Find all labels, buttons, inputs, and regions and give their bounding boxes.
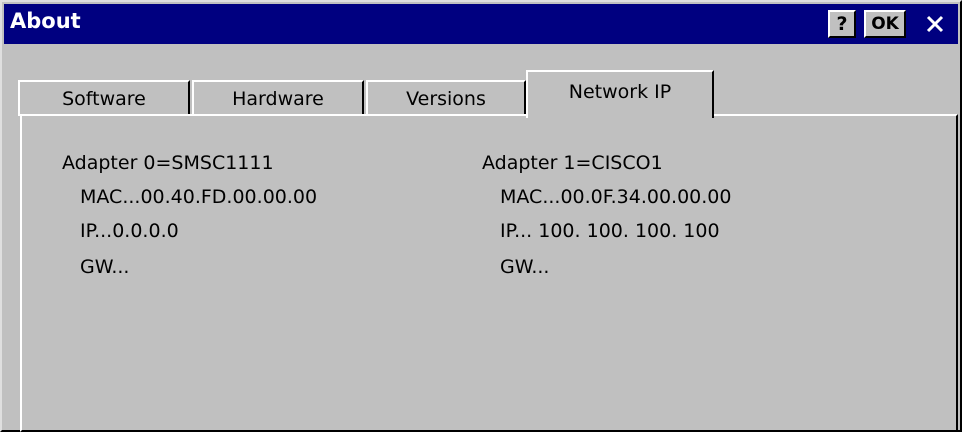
tab-versions[interactable]: Versions xyxy=(366,80,526,116)
close-button[interactable] xyxy=(918,10,952,38)
help-button[interactable]: ? xyxy=(828,10,856,38)
window-title: About xyxy=(10,9,81,33)
about-dialog: About ? OK Software Hardware Versions Ne… xyxy=(0,0,962,432)
adapter-0-mac: MAC...00.40.FD.00.00.00 xyxy=(80,186,318,208)
title-bar: About ? OK xyxy=(4,4,958,44)
network-ip-panel: Adapter 0=SMSC1111 MAC...00.40.FD.00.00.… xyxy=(20,114,958,432)
adapter-0-ip: IP...0.0.0.0 xyxy=(80,220,179,242)
close-icon xyxy=(925,14,945,34)
adapter-0-header: Adapter 0=SMSC1111 xyxy=(62,152,274,174)
adapter-0-gw: GW... xyxy=(80,256,130,278)
adapter-1-gw: GW... xyxy=(500,256,550,278)
adapter-1-mac: MAC...00.0F.34.00.00.00 xyxy=(500,186,732,208)
tab-software[interactable]: Software xyxy=(18,80,190,116)
adapter-1-header: Adapter 1=CISCO1 xyxy=(482,152,663,174)
tab-network-ip[interactable]: Network IP xyxy=(526,70,714,118)
ok-button[interactable]: OK xyxy=(864,10,906,38)
adapter-1-ip: IP... 100. 100. 100. 100 xyxy=(500,220,720,242)
tab-hardware[interactable]: Hardware xyxy=(192,80,364,116)
